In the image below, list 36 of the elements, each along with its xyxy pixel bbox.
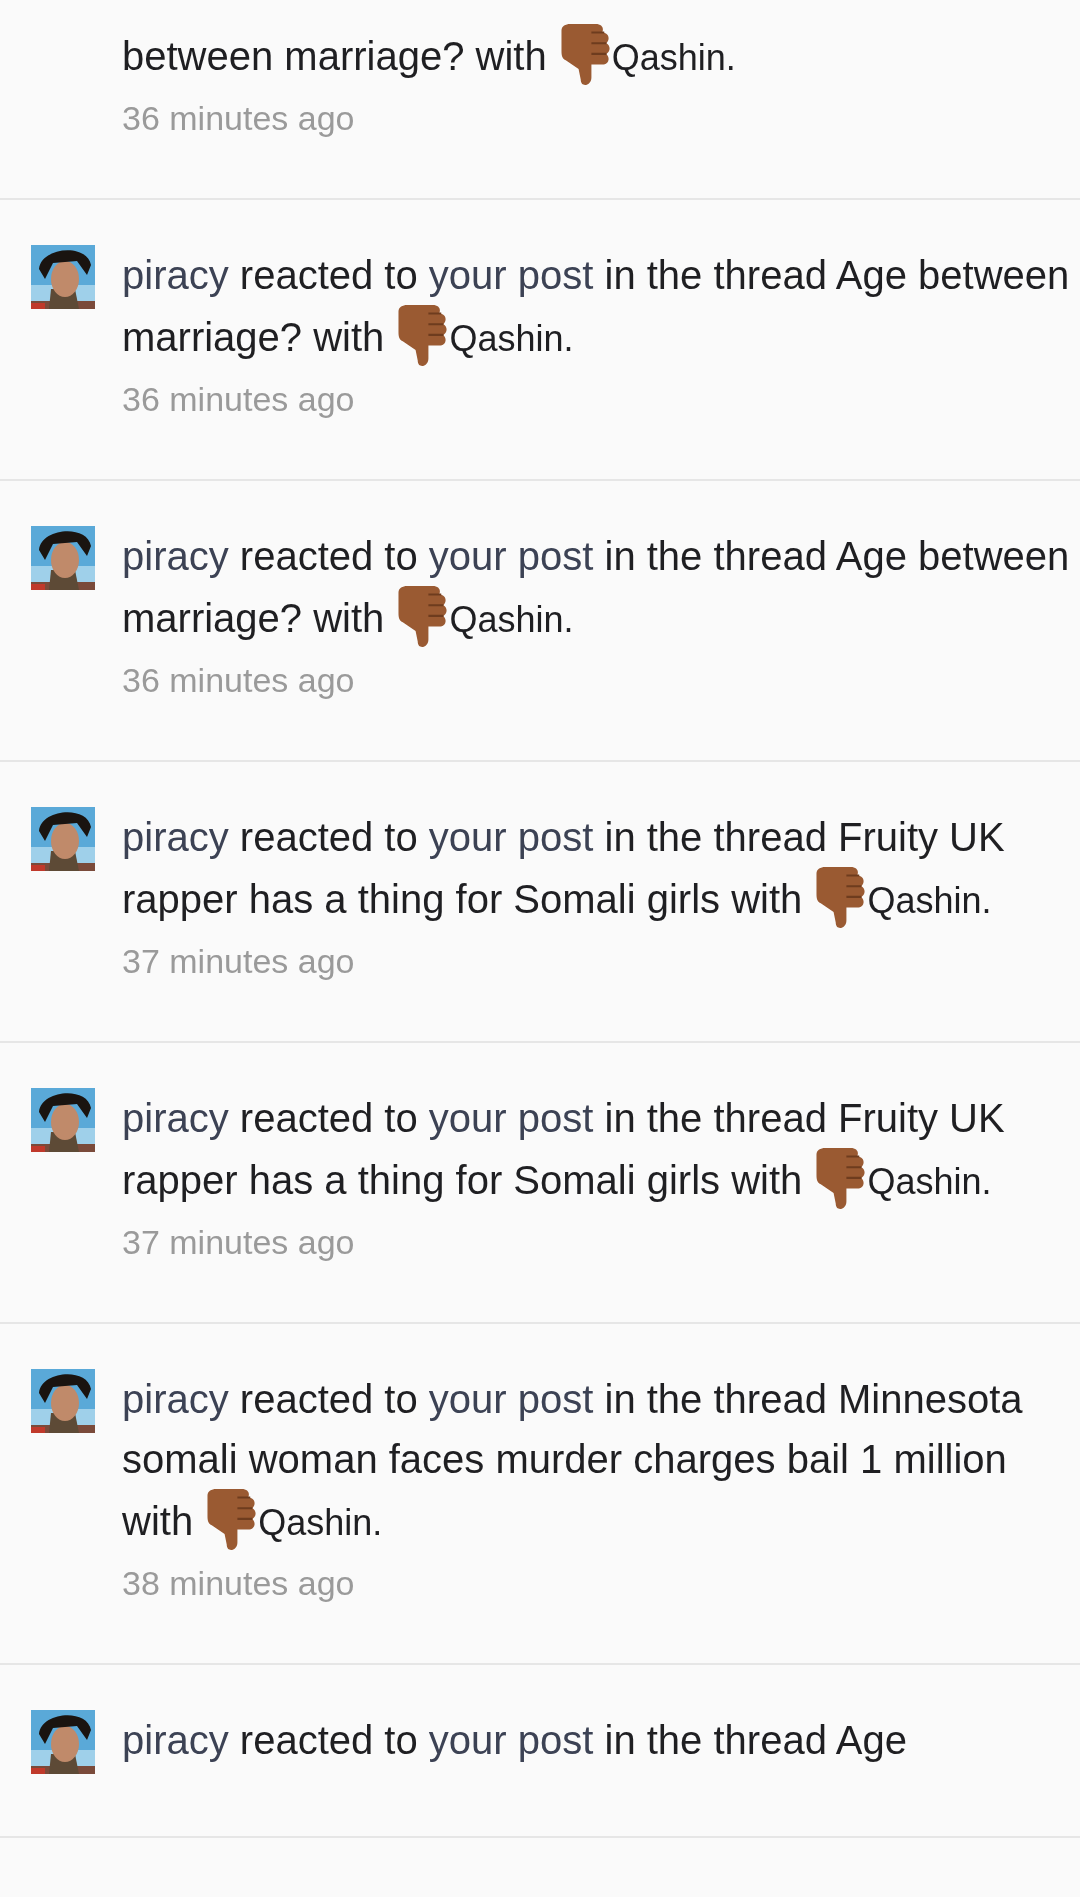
timestamp: 36 minutes ago xyxy=(122,100,356,136)
username-link[interactable]: piracy xyxy=(122,253,229,297)
username-link[interactable]: piracy xyxy=(122,534,229,578)
reaction-label: Qashin. xyxy=(611,37,736,78)
notification-text: between marriage? with Qashin. xyxy=(122,24,1070,88)
post-link[interactable]: your post xyxy=(428,815,594,859)
username-link[interactable]: piracy xyxy=(122,815,229,859)
username-link[interactable]: piracy xyxy=(122,1377,229,1421)
notification-text: piracy reacted to your post in the thread Fruity UK rapper has a thing for Somali girls with Qashin. xyxy=(122,1088,1070,1212)
username-link[interactable]: piracy xyxy=(122,1718,229,1762)
timestamp: 37 minutes ago xyxy=(122,943,356,979)
reaction-label: Qashin. xyxy=(258,1502,383,1543)
timestamp: 36 minutes ago xyxy=(122,381,356,417)
reaction-label: Qashin. xyxy=(867,880,992,921)
thumbs-down-icon xyxy=(395,586,450,648)
notification-text: piracy reacted to your post in the thread Age between marriage? with Qashin. xyxy=(122,245,1070,369)
timestamp: 36 minutes ago xyxy=(122,662,356,698)
username-link[interactable]: piracy xyxy=(122,1096,229,1140)
notification-text: piracy reacted to your post in the thread Age xyxy=(122,1717,908,1764)
thumbs-down-icon xyxy=(204,1489,259,1551)
thumbs-down-icon xyxy=(395,305,450,367)
thumbs-down-icon xyxy=(813,1148,868,1210)
timestamp: 38 minutes ago xyxy=(122,1565,356,1601)
thumbs-down-icon xyxy=(813,867,868,929)
post-link[interactable]: your post xyxy=(428,253,594,297)
post-link[interactable]: your post xyxy=(428,534,594,578)
reaction-label: Qashin. xyxy=(449,599,574,640)
post-link[interactable]: your post xyxy=(428,1377,594,1421)
notification-text: piracy reacted to your post in the thread Age between marriage? with Qashin. xyxy=(122,526,1070,650)
notification-text: piracy reacted to your post in the thread Minnesota somali woman faces murder charges bail 1 million with Qashin. xyxy=(122,1369,1070,1553)
post-link[interactable]: your post xyxy=(428,1718,594,1762)
reaction-label: Qashin. xyxy=(449,318,574,359)
post-link[interactable]: your post xyxy=(428,1096,594,1140)
notification-text: piracy reacted to your post in the thread Fruity UK rapper has a thing for Somali girls with Qashin. xyxy=(122,807,1070,931)
timestamp: 37 minutes ago xyxy=(122,1224,356,1260)
reaction-label: Qashin. xyxy=(867,1161,992,1202)
